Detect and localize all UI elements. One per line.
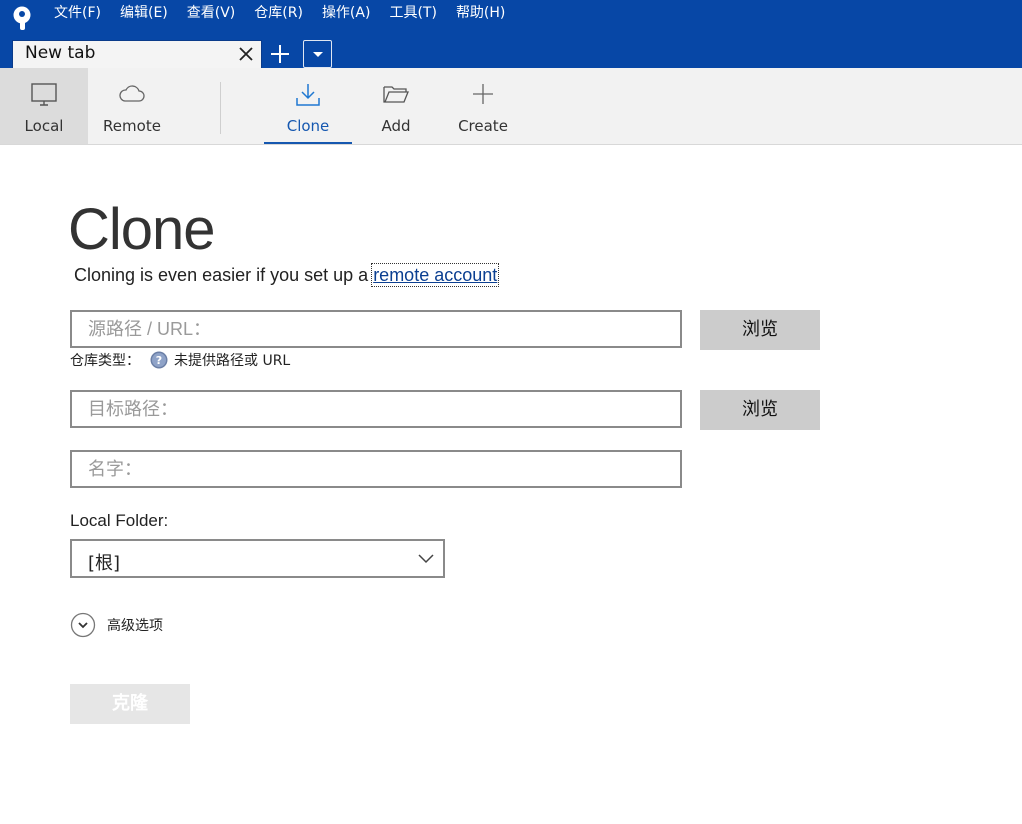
repo-type-row: 仓库类型： ? 未提供路径或 URL: [70, 350, 290, 370]
menu-edit[interactable]: 编辑(E): [120, 4, 168, 22]
local-folder-label: Local Folder:: [70, 511, 169, 530]
chevron-down-icon: [418, 554, 434, 564]
menu-actions[interactable]: 操作(A): [322, 4, 371, 22]
chevron-down-icon: [70, 612, 96, 638]
toolbar: Local Remote Clone Add Create: [0, 68, 1022, 145]
repo-type-label: 仓库类型：: [70, 353, 140, 369]
menu-repository[interactable]: 仓库(R): [254, 4, 303, 22]
toolbar-remote-label: Remote: [103, 117, 161, 135]
active-tab-indicator: [264, 142, 352, 144]
toolbar-clone-label: Clone: [286, 117, 330, 135]
page-title: Clone: [68, 197, 216, 262]
source-url-input[interactable]: [72, 312, 680, 346]
repo-type-value: 未提供路径或 URL: [174, 353, 291, 369]
monitor-icon: [31, 83, 57, 106]
toolbar-separator: [220, 82, 221, 134]
dropdown-icon: [313, 52, 323, 57]
close-icon[interactable]: [237, 45, 255, 63]
menu-help[interactable]: 帮助(H): [456, 4, 505, 22]
toolbar-add-label: Add: [381, 117, 411, 135]
toolbar-add-button[interactable]: Add: [352, 68, 440, 144]
toolbar-local-button[interactable]: Local: [0, 68, 88, 144]
toolbar-create-button[interactable]: Create: [440, 68, 526, 144]
clone-submit-button[interactable]: 克隆: [70, 684, 190, 724]
menu-tools[interactable]: 工具(T): [389, 4, 436, 22]
name-field[interactable]: [70, 450, 682, 488]
menu-file[interactable]: 文件(F): [54, 4, 101, 22]
menu-list: 文件(F) 编辑(E) 查看(V) 仓库(R) 操作(A) 工具(T) 帮助(H…: [54, 4, 524, 22]
download-icon: [296, 84, 320, 106]
local-folder-value: [根]: [88, 553, 121, 574]
menu-view[interactable]: 查看(V): [187, 4, 236, 22]
folder-open-icon: [383, 86, 409, 103]
svg-text:?: ?: [156, 354, 162, 367]
toolbar-create-label: Create: [458, 117, 508, 135]
subtitle-text: Cloning is even easier if you set up a: [74, 265, 369, 285]
remote-account-link[interactable]: remote account: [371, 263, 500, 287]
tab-label: New tab: [25, 43, 96, 63]
tab-list-dropdown-button[interactable]: [303, 40, 332, 68]
plus-icon[interactable]: [268, 42, 292, 66]
browse-destination-button[interactable]: 浏览: [700, 390, 820, 430]
help-icon: ?: [150, 351, 168, 369]
app-logo-icon: [13, 6, 31, 30]
destination-path-field[interactable]: [70, 390, 682, 428]
plus-icon: [473, 84, 493, 104]
local-folder-select[interactable]: [根]: [70, 539, 445, 578]
toolbar-local-label: Local: [24, 117, 64, 135]
subtitle: Cloning is even easier if you set up a r…: [74, 263, 500, 287]
name-input[interactable]: [72, 452, 680, 486]
toolbar-clone-button[interactable]: Clone: [264, 68, 352, 144]
toolbar-remote-button[interactable]: Remote: [88, 68, 176, 144]
title-menu-bar: 文件(F) 编辑(E) 查看(V) 仓库(R) 操作(A) 工具(T) 帮助(H…: [0, 0, 1022, 69]
tab-new-tab[interactable]: New tab: [12, 40, 262, 69]
advanced-options-toggle[interactable]: 高级选项: [70, 612, 163, 638]
advanced-options-label: 高级选项: [107, 618, 163, 634]
destination-path-input[interactable]: [72, 392, 680, 426]
source-url-field[interactable]: [70, 310, 682, 348]
browse-source-button[interactable]: 浏览: [700, 310, 820, 350]
cloud-icon: [119, 85, 145, 102]
